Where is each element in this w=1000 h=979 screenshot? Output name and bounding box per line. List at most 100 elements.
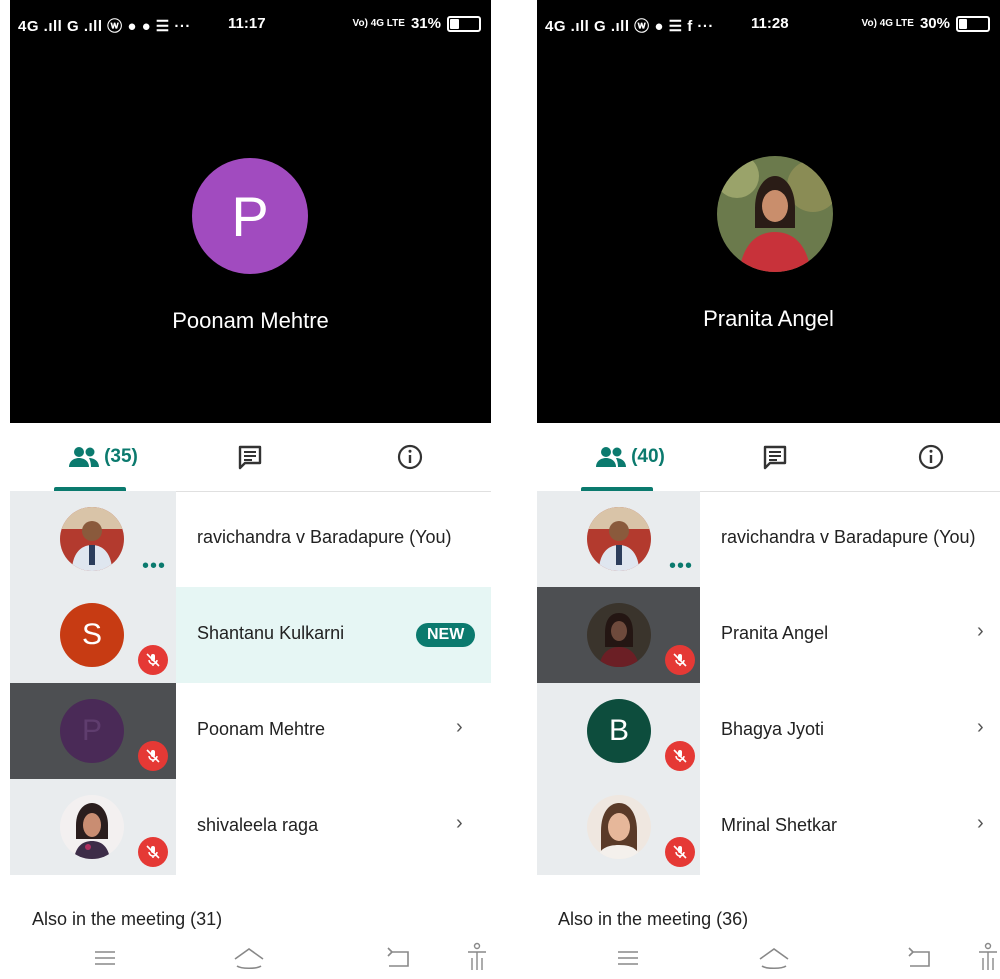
people-icon (69, 447, 100, 467)
right-screen: 4G .ıll G .ıll ⓦ ● ☰ f ··· 11:28 Vo) 4G … (537, 0, 1000, 979)
participant-thumbnail: ••• (10, 491, 176, 587)
battery-percent: 30% (919, 15, 950, 32)
participant-thumbnail: B (537, 683, 700, 779)
speaker-avatar: P (192, 158, 308, 274)
chevron-right-icon[interactable]: › (977, 812, 984, 835)
chevron-right-icon[interactable]: › (977, 620, 984, 643)
chevron-right-icon[interactable]: › (977, 716, 984, 739)
chat-icon (763, 445, 787, 470)
battery-percent: 31% (410, 15, 441, 32)
chevron-right-icon[interactable]: › (456, 716, 463, 739)
home-icon[interactable] (757, 946, 791, 972)
avatar: P (60, 699, 124, 763)
participant-row[interactable]: Mrinal Shetkar › (537, 779, 1000, 875)
speaker-avatar (717, 156, 833, 272)
participant-row[interactable]: B Bhagya Jyoti › (537, 683, 1000, 779)
people-count: (35) (104, 446, 138, 467)
avatar: S (60, 603, 124, 667)
back-icon[interactable] (384, 946, 412, 970)
participant-row[interactable]: ••• ravichandra v Baradapure (You) (10, 491, 491, 587)
participant-row[interactable]: S Shantanu Kulkarni NEW (10, 587, 491, 683)
avatar: B (587, 699, 651, 763)
speaking-indicator: ••• (142, 555, 167, 577)
tab-people[interactable]: (35) (38, 423, 168, 491)
chevron-right-icon[interactable]: › (456, 812, 463, 835)
accessibility-icon[interactable] (466, 942, 488, 972)
tab-chat[interactable] (210, 423, 290, 491)
people-icon (596, 447, 627, 467)
tab-bar: (35) (10, 423, 491, 492)
accessibility-icon[interactable] (977, 942, 999, 972)
clock: 11:17 (228, 15, 266, 32)
status-right: Vo) 4G LTE 31% (353, 15, 481, 32)
home-icon[interactable] (232, 946, 266, 972)
menu-icon[interactable] (615, 946, 641, 970)
avatar (587, 603, 651, 667)
mic-off-icon (138, 837, 168, 867)
status-bar: 4G .ıll G .ıll ⓦ ● ● ☰ ··· 11:17 Vo) 4G … (10, 0, 491, 48)
chat-icon (238, 445, 262, 470)
also-in-meeting-header: Also in the meeting (36) (558, 909, 749, 929)
clock: 11:28 (751, 15, 789, 32)
participant-thumbnail (537, 587, 700, 683)
battery-fill (450, 18, 459, 29)
speaker-avatar-letter: P (231, 184, 269, 248)
signal-indicators: 4G .ıll G .ıll ⓦ ● ☰ f ··· (545, 18, 714, 35)
also-in-meeting-header: Also in the meeting (31) (32, 909, 223, 929)
back-icon[interactable] (905, 946, 933, 970)
battery-icon (956, 15, 990, 32)
tab-bar: (40) (537, 423, 1000, 492)
tab-chat[interactable] (735, 423, 815, 491)
participant-name: Mrinal Shetkar (721, 815, 838, 835)
participant-name: ravichandra v Baradapure (You) (197, 527, 452, 547)
status-bar: 4G .ıll G .ıll ⓦ ● ☰ f ··· 11:28 Vo) 4G … (537, 0, 1000, 48)
participant-name: ravichandra v Baradapure (You) (721, 527, 976, 547)
battery-fill (959, 18, 967, 29)
tab-info[interactable] (370, 423, 450, 491)
avatar (60, 507, 124, 571)
avatar (587, 795, 651, 859)
system-nav-bar (10, 940, 491, 979)
mic-off-icon (665, 837, 695, 867)
info-icon (918, 444, 944, 470)
participant-row[interactable]: shivaleela raga › (10, 779, 491, 875)
tab-info[interactable] (891, 423, 971, 491)
mic-off-icon (138, 645, 168, 675)
tab-people[interactable]: (40) (565, 423, 695, 491)
main-video-stage[interactable]: P Poonam Mehtre (10, 48, 491, 423)
mic-off-icon (665, 741, 695, 771)
battery-icon (447, 15, 481, 32)
speaking-indicator: ••• (669, 555, 694, 577)
new-badge: NEW (416, 623, 476, 647)
participant-row[interactable]: Pranita Angel › (537, 587, 1000, 683)
participant-name: Bhagya Jyoti (721, 719, 825, 739)
participant-thumbnail (537, 779, 700, 875)
participant-thumbnail: ••• (537, 491, 700, 587)
menu-icon[interactable] (92, 946, 118, 970)
participant-thumbnail: P (10, 683, 176, 779)
network-label: Vo) 4G LTE (352, 17, 405, 29)
mic-off-icon (665, 645, 695, 675)
avatar (587, 507, 651, 571)
avatar-letter: P (81, 714, 102, 747)
network-label: Vo) 4G LTE (861, 17, 914, 29)
participant-thumbnail: S (10, 587, 176, 683)
participant-name: Pranita Angel (721, 623, 829, 643)
participant-name: Shantanu Kulkarni (197, 623, 345, 643)
avatar-letter: B (608, 714, 629, 747)
avatar (60, 795, 124, 859)
mic-off-icon (138, 741, 168, 771)
participant-row[interactable]: P Poonam Mehtre › (10, 683, 491, 779)
info-icon (397, 444, 423, 470)
avatar-letter: S (81, 618, 102, 651)
main-video-stage[interactable]: Pranita Angel (537, 48, 1000, 423)
status-right: Vo) 4G LTE 30% (862, 15, 990, 32)
participant-thumbnail (10, 779, 176, 875)
participant-row[interactable]: ••• ravichandra v Baradapure (You) (537, 491, 1000, 587)
left-screen: 4G .ıll G .ıll ⓦ ● ● ☰ ··· 11:17 Vo) 4G … (10, 0, 491, 979)
people-count: (40) (631, 446, 665, 467)
speaker-name: Pranita Angel (703, 306, 834, 331)
system-nav-bar (537, 940, 1000, 979)
speaker-name: Poonam Mehtre (172, 308, 329, 333)
signal-indicators: 4G .ıll G .ıll ⓦ ● ● ☰ ··· (18, 18, 191, 35)
